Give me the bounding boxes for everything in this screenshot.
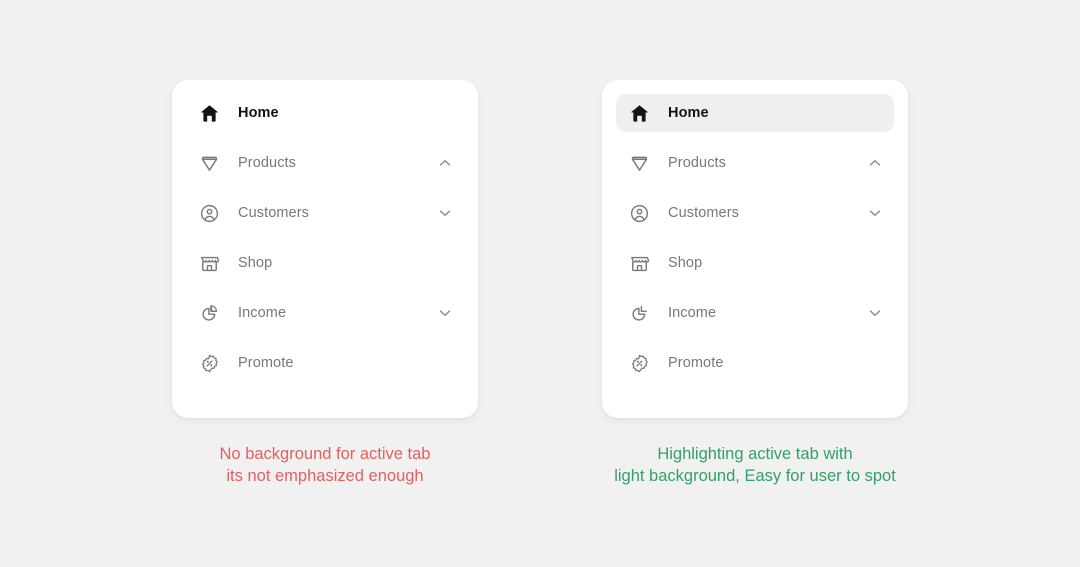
discount-badge-icon [629, 353, 650, 374]
sidebar-card-without-highlight: Home Products Customers Shop Income Prom… [172, 80, 478, 418]
chevron-down-icon[interactable] [866, 204, 884, 222]
sidebar-item-customers[interactable]: Customers [616, 194, 894, 232]
sidebar-item-label: Customers [238, 205, 309, 221]
sidebar-item-home[interactable]: Home [186, 94, 464, 132]
storefront-icon [199, 253, 220, 274]
sidebar-item-promote[interactable]: Promote [616, 344, 894, 382]
sidebar-item-income[interactable]: Income [186, 294, 464, 332]
sidebar-item-label: Home [238, 105, 279, 121]
user-circle-icon [199, 203, 220, 224]
caption-bad-pattern: No background for active tab its not emp… [219, 445, 431, 485]
diamond-icon [629, 153, 650, 174]
sidebar-item-label: Income [668, 305, 717, 321]
sidebar-item-label: Customers [668, 205, 739, 221]
sidebar-item-promote[interactable]: Promote [186, 344, 464, 382]
comparison-stage: Home Products Customers Shop Income Prom… [0, 0, 1080, 567]
chevron-down-icon[interactable] [436, 204, 454, 222]
user-circle-icon [629, 203, 650, 224]
sidebar-item-customers[interactable]: Customers [186, 194, 464, 232]
caption-good-pattern: Highlighting active tab with light backg… [614, 445, 896, 485]
sidebar-item-label: Products [238, 155, 297, 171]
pie-chart-icon [629, 303, 650, 324]
sidebar-item-label: Promote [668, 355, 724, 371]
pie-chart-icon [199, 303, 220, 324]
chevron-down-icon[interactable] [866, 304, 884, 322]
sidebar-item-label: Promote [238, 355, 294, 371]
sidebar-item-products[interactable]: Products [186, 144, 464, 182]
discount-badge-icon [199, 353, 220, 374]
sidebar-item-home[interactable]: Home [616, 94, 894, 132]
home-icon [629, 103, 650, 124]
sidebar-item-products[interactable]: Products [616, 144, 894, 182]
sidebar-card-with-highlight: Home Products Customers Shop Income Prom… [602, 80, 908, 418]
sidebar-item-income[interactable]: Income [616, 294, 894, 332]
sidebar-item-label: Shop [238, 255, 273, 271]
sidebar-item-label: Shop [668, 255, 703, 271]
chevron-up-icon[interactable] [866, 154, 884, 172]
chevron-up-icon[interactable] [436, 154, 454, 172]
sidebar-item-label: Income [238, 305, 287, 321]
chevron-down-icon[interactable] [436, 304, 454, 322]
sidebar-item-label: Home [668, 105, 709, 121]
home-icon [199, 103, 220, 124]
diamond-icon [199, 153, 220, 174]
storefront-icon [629, 253, 650, 274]
sidebar-item-shop[interactable]: Shop [616, 244, 894, 282]
sidebar-item-shop[interactable]: Shop [186, 244, 464, 282]
sidebar-item-label: Products [668, 155, 727, 171]
